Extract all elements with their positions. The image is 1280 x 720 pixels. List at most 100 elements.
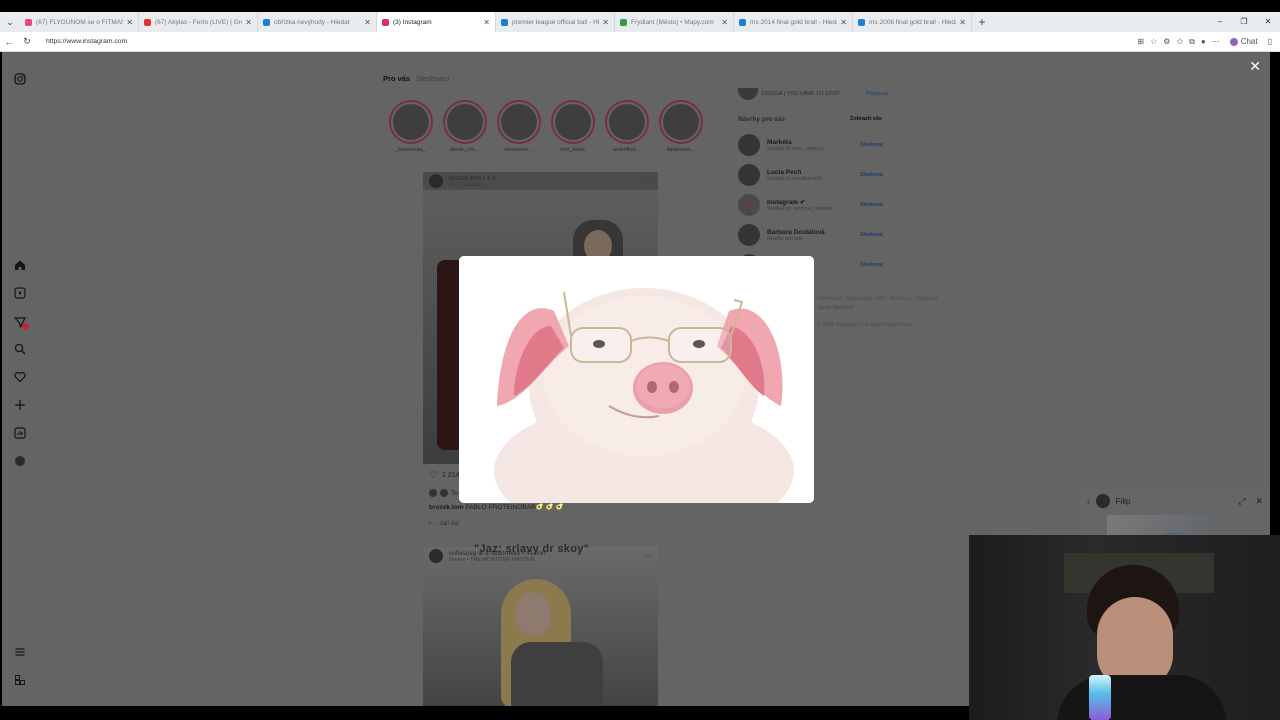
back-icon[interactable]: ← — [0, 37, 18, 47]
browser-tab[interactable]: (67) FLYGUNOM se o FITMANOVÁ✕ — [20, 12, 139, 32]
liked-by-row: To s — [429, 489, 463, 497]
follow-button[interactable]: Sledovat — [860, 142, 883, 148]
sidebar-toggle-icon[interactable]: ▯ — [1268, 37, 1272, 46]
copilot-chat-button[interactable]: Chat — [1226, 35, 1262, 48]
story-item[interactable]: _bustomaa_ — [388, 100, 433, 153]
browser-tab[interactable]: ms 2014 final gold brall - Hledat ✕ — [734, 12, 853, 32]
follow-button[interactable]: Sledovat — [860, 202, 883, 208]
tab-list-menu-icon[interactable]: ⌄ — [0, 12, 20, 32]
more-icon[interactable]: ⋯ — [1212, 37, 1220, 46]
like-count[interactable]: 2 214 — [442, 472, 460, 479]
story-ring — [550, 100, 595, 144]
avatar[interactable] — [1095, 494, 1110, 508]
apps-icon[interactable]: ⊞ — [1137, 37, 1144, 46]
expand-icon[interactable]: ⤢ — [1238, 496, 1245, 507]
feed-tabs: Pro vás Sledování — [383, 74, 449, 83]
browser-tab[interactable]: (67) Akylas - Ferto (LIVE) | Greece✕ — [139, 12, 258, 32]
chevron-left-icon[interactable]: ‹ — [1087, 497, 1090, 506]
follow-button[interactable]: Sledovat — [860, 262, 883, 268]
follow-button[interactable]: Sledovat — [860, 172, 883, 178]
browser-tab[interactable]: obřízka nevýhody - Hledat ✕ — [258, 12, 377, 32]
story-item[interactable]: derek_cm... — [442, 100, 487, 153]
footer-language[interactable]: Jazyk Sledovat — [817, 305, 854, 311]
story-username: _bustomaa_ — [395, 147, 426, 153]
post-author[interactable]: brozek.tom • 1 h — [449, 175, 496, 182]
avatar[interactable] — [738, 224, 760, 246]
messages-icon[interactable] — [13, 315, 29, 330]
follow-button[interactable]: Sledovat — [860, 232, 883, 238]
hamburger-icon[interactable] — [13, 645, 27, 659]
post-location[interactable]: Pak Pracomy — [449, 182, 496, 188]
browser-tab[interactable]: ms 2006 final gold brall - Hledat ✕ — [853, 12, 972, 32]
refresh-icon[interactable]: ↻ — [18, 36, 36, 47]
close-tab-icon[interactable]: ✕ — [840, 18, 847, 27]
close-icon[interactable]: ✕ — [1255, 496, 1263, 507]
chat-contact-name[interactable]: Filip — [1116, 497, 1131, 506]
tab-for-you[interactable]: Pro vás — [383, 74, 410, 83]
new-tab-button[interactable]: + — [972, 15, 992, 29]
close-overlay-icon[interactable]: ✕ — [1249, 58, 1261, 75]
story-item[interactable]: cmr_lvsds — [550, 100, 595, 153]
browser-tab[interactable]: Frydlant (Město) • Mapy.com ✕ — [615, 12, 734, 32]
image-modal[interactable] — [459, 256, 814, 503]
dashboard-icon[interactable] — [13, 426, 27, 440]
story-item[interactable]: meowens... — [496, 100, 541, 153]
favorites-icon[interactable]: ✩ — [1176, 37, 1183, 46]
footer-links[interactable]: Informace · Nápověda · API · Ochrana · S… — [817, 296, 937, 302]
story-username: derek_cm... — [450, 147, 479, 153]
close-tab-icon[interactable]: ✕ — [364, 18, 371, 27]
suggestion-name[interactable]: Markéta — [767, 139, 853, 146]
instagram-icon[interactable] — [13, 72, 27, 86]
search-icon[interactable] — [13, 342, 27, 356]
avatar[interactable] — [738, 134, 760, 156]
home-icon[interactable] — [13, 258, 27, 272]
close-tab-icon[interactable]: ✕ — [959, 18, 966, 27]
see-all-link[interactable]: Zobrazit vše — [850, 116, 882, 123]
avatar[interactable] — [13, 454, 27, 468]
collections-icon[interactable]: ⧉ — [1189, 37, 1195, 47]
minimize-icon[interactable]: – — [1208, 12, 1232, 32]
instagram-icon[interactable]: ◎ — [738, 194, 760, 216]
story-item[interactable]: italianava... — [658, 100, 703, 153]
meta-icon[interactable] — [13, 673, 27, 687]
close-tab-icon[interactable]: ✕ — [126, 18, 133, 27]
favicon-icon — [382, 18, 389, 26]
close-tab-icon[interactable]: ✕ — [602, 18, 609, 27]
caption-author[interactable]: brozek.tom — [429, 504, 464, 511]
avatar — [554, 104, 591, 140]
suggestion-name[interactable]: Lucia Pech — [767, 169, 853, 176]
avatar[interactable] — [738, 88, 758, 100]
close-window-icon[interactable]: ✕ — [1256, 12, 1280, 32]
browser-tab[interactable]: premier league official ball - Hle ✕ — [496, 12, 615, 32]
like-heart-icon[interactable]: ♡ — [429, 470, 438, 481]
maximize-icon[interactable]: ❐ — [1232, 12, 1256, 32]
tab-following[interactable]: Sledování — [416, 74, 449, 83]
suggestion-name[interactable]: Barbora Dostálová — [767, 229, 853, 236]
close-tab-icon[interactable]: ✕ — [721, 18, 728, 27]
url-field[interactable]: https://www.instagram.com — [46, 38, 1137, 45]
heart-icon[interactable] — [13, 370, 27, 384]
story-item[interactable]: arsenftvo... — [604, 100, 649, 153]
copilot-icon — [1229, 37, 1238, 46]
more-options-icon[interactable]: ⋯ — [644, 177, 652, 186]
switch-account-link[interactable]: Přepnout — [866, 91, 888, 97]
plus-icon[interactable] — [13, 398, 27, 412]
avatar[interactable] — [429, 174, 443, 188]
avatar — [500, 104, 537, 140]
close-tab-icon[interactable]: ✕ — [483, 18, 490, 27]
profile-icon[interactable]: ● — [1201, 37, 1206, 46]
favorite-star-icon[interactable]: ☆ — [1150, 37, 1157, 46]
avatar[interactable] — [738, 164, 760, 186]
tab-title: ms 2006 final gold brall - Hledat — [869, 18, 957, 26]
post-media[interactable] — [423, 547, 658, 706]
rgb-lamp — [1089, 675, 1111, 720]
post-music[interactable]: Genex • THE MONSTER MASTER — [449, 557, 546, 563]
more-options-icon[interactable]: ⋯ — [644, 552, 652, 561]
reels-icon[interactable] — [13, 286, 27, 300]
extension-icon[interactable]: ⚙ — [1163, 37, 1170, 46]
avatar[interactable] — [429, 549, 443, 563]
close-tab-icon[interactable]: ✕ — [245, 18, 252, 27]
browser-tab[interactable]: (3) Instagram ✕ — [377, 12, 496, 32]
suggestion-name[interactable]: Instagram ✔ — [767, 198, 853, 206]
post-more-link[interactable]: • ... dalí dál — [429, 521, 459, 527]
